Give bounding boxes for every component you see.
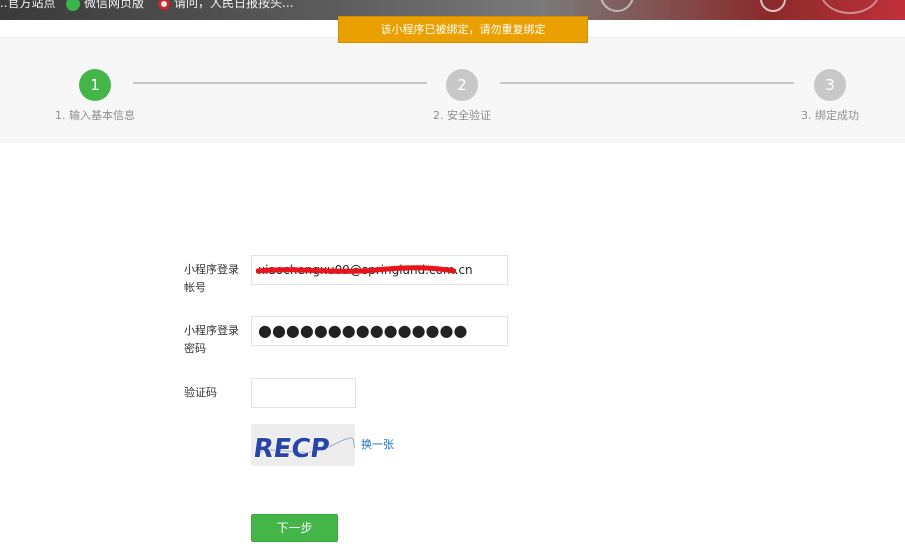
captcha-image[interactable]: RECP [251,424,355,466]
banner-decoration [820,0,880,14]
step-3-label: 3. 绑定成功 [801,109,859,122]
step-connector [133,82,427,84]
people-daily-icon [158,0,170,10]
account-label: 小程序登录帐号 [184,263,239,294]
bookmark-wechat[interactable]: 微信网页版 [66,0,144,11]
password-input[interactable]: ●●●●●●●●●●●●●●● [251,316,508,346]
password-label: 小程序登录密码 [184,324,239,355]
step-1-label: 1. 输入基本信息 [55,109,135,122]
step-1-circle: 1 [79,69,111,101]
wechat-icon [66,0,80,11]
account-input[interactable]: xiaochengxu09@springland.com.cn [251,255,508,285]
step-3-circle: 3 [814,69,846,101]
step-2-circle: 2 [446,69,478,101]
bookmark-site[interactable]: ...官方站点 [0,0,55,11]
step-connector [500,82,794,84]
banner-decoration [760,0,786,12]
next-step-button[interactable]: 下一步 [251,514,338,542]
captcha-text: RECP [251,434,331,464]
captcha-graphic: RECP [251,424,355,466]
bookmark-people-daily[interactable]: 请问，人民日报按头... [158,0,293,11]
captcha-label: 验证码 [184,386,217,399]
refresh-captcha-link[interactable]: 换一张 [361,436,394,452]
already-bound-notice: 该小程序已被绑定，请勿重复绑定 [338,16,588,43]
banner-decoration [600,0,634,12]
redaction-mark [256,265,456,274]
captcha-input[interactable] [251,378,356,408]
step-indicator: 1 2 3 1. 输入基本信息 2. 安全验证 3. 绑定成功 [0,37,905,143]
step-2-label: 2. 安全验证 [433,109,491,122]
